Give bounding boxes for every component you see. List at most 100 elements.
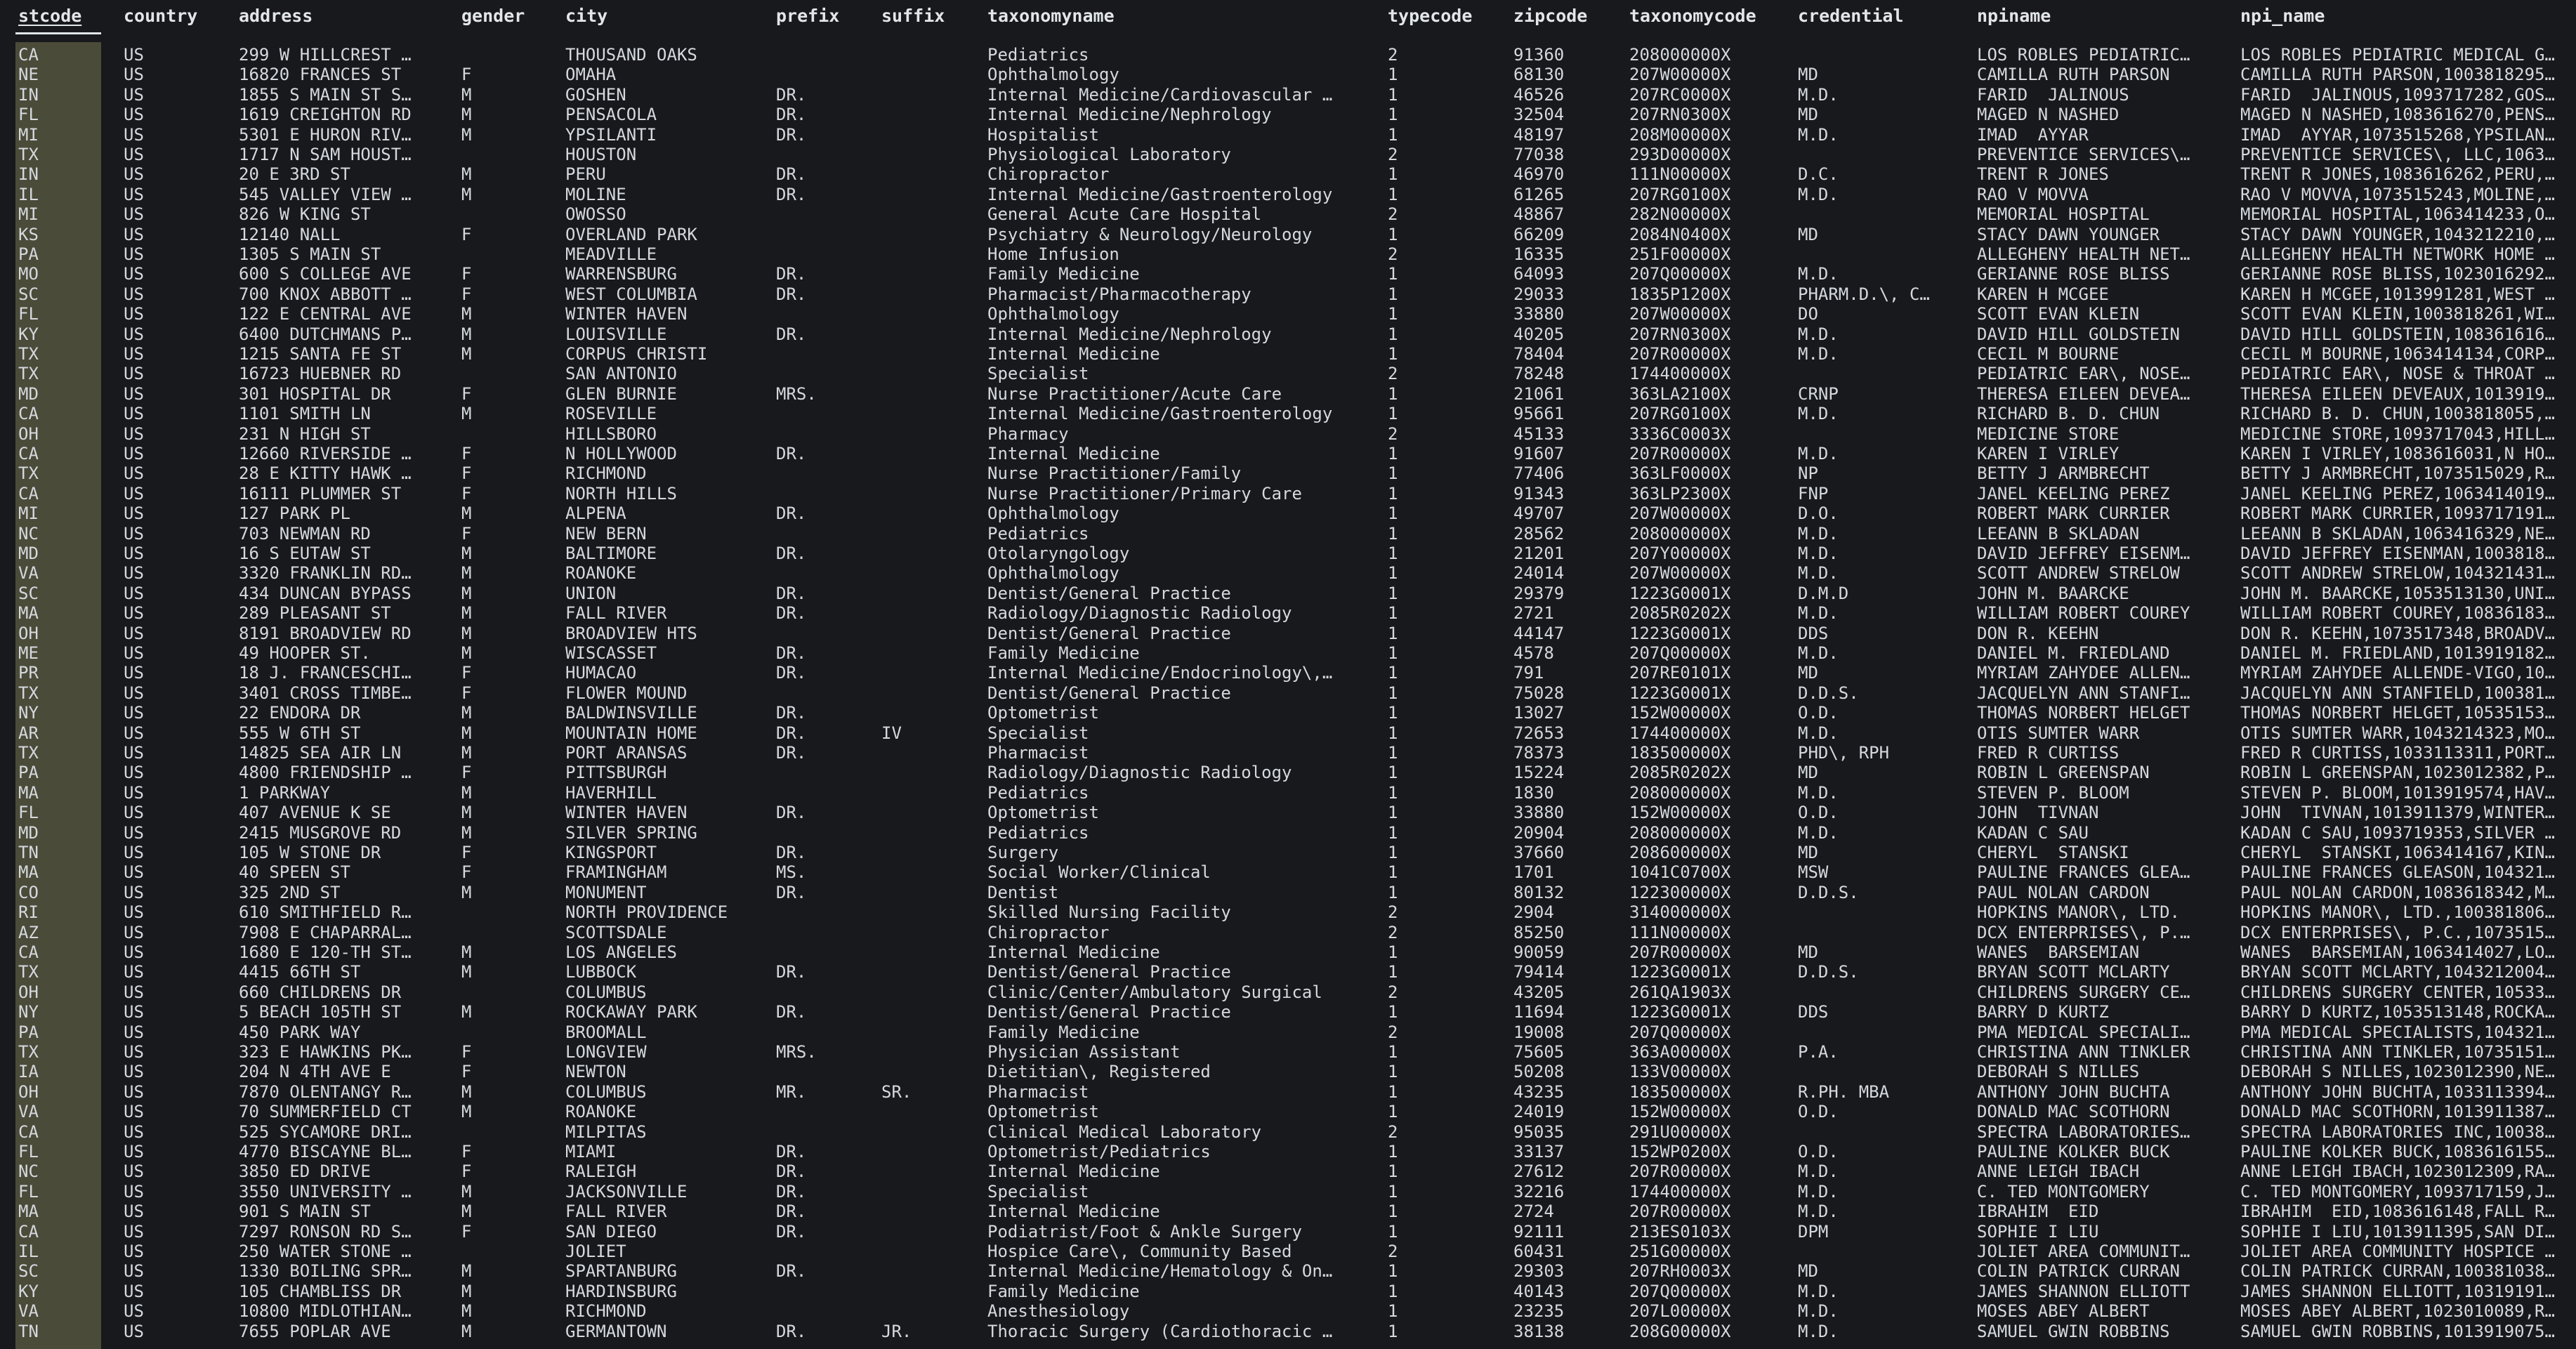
cell-zipcode[interactable]: 64093 (1513, 264, 1626, 284)
cell-prefix[interactable] (776, 763, 874, 782)
cell-typecode[interactable]: 1 (1388, 1222, 1507, 1242)
cell-typecode[interactable]: 1 (1388, 1162, 1507, 1181)
cell-address[interactable]: 18 J. FRANCESCHI… (239, 663, 456, 683)
cell-country[interactable]: US (124, 424, 229, 444)
cell-gender[interactable] (461, 145, 560, 164)
cell-npi-name[interactable]: TRENT R JONES,1083616262,PERU,… (2240, 164, 2563, 184)
cell-gender[interactable]: M (461, 743, 560, 763)
cell-credential[interactable]: M.D. (1798, 1322, 1973, 1341)
cell-city[interactable]: JACKSONVILLE (565, 1182, 769, 1202)
cell-taxonomycode[interactable]: 314000000X (1629, 902, 1791, 922)
cell-npi-name[interactable]: DANIEL M. FRIEDLAND,1013919182… (2240, 643, 2563, 663)
cell-address[interactable]: 70 SUMMERFIELD CT (239, 1102, 456, 1121)
cell-taxonomyname[interactable]: Home Infusion (987, 244, 1381, 264)
cell-zipcode[interactable]: 21061 (1513, 384, 1626, 404)
cell-npi-name[interactable]: ROBIN L GREENSPAN,1023012382,P… (2240, 763, 2563, 782)
cell-npiname[interactable]: DCX ENTERPRISES\, P.… (1977, 923, 2237, 942)
cell-taxonomycode[interactable]: 2085R0202X (1629, 763, 1791, 782)
cell-npi-name[interactable]: JOHN TIVNAN,1013911379,WINTER… (2240, 803, 2563, 822)
cell-taxonomyname[interactable]: Internal Medicine (987, 344, 1381, 364)
cell-typecode[interactable]: 1 (1388, 1002, 1507, 1022)
cell-taxonomyname[interactable]: Ophthalmology (987, 504, 1381, 523)
cell-typecode[interactable]: 1 (1388, 1042, 1507, 1062)
cell-npi-name[interactable]: BARRY D KURTZ,1053513148,ROCKA… (2240, 1002, 2563, 1022)
cell-taxonomycode[interactable]: 207RH0003X (1629, 1261, 1791, 1281)
column-header-credential[interactable]: credential (1798, 4, 1904, 28)
cell-suffix[interactable] (881, 902, 980, 922)
cell-npi-name[interactable]: JANEL KEELING PEREZ,1063414019… (2240, 484, 2563, 504)
cell-prefix[interactable]: DR. (776, 584, 874, 603)
cell-city[interactable]: HAVERHILL (565, 783, 769, 803)
column-header-zipcode[interactable]: zipcode (1513, 4, 1587, 28)
cell-city[interactable]: OMAHA (565, 65, 769, 84)
cell-suffix[interactable] (881, 1102, 980, 1121)
cell-gender[interactable]: F (461, 1142, 560, 1162)
cell-prefix[interactable]: MR. (776, 1082, 874, 1102)
cell-npiname[interactable]: STEVEN P. BLOOM (1977, 783, 2237, 803)
cell-gender[interactable]: M (461, 1082, 560, 1102)
cell-prefix[interactable] (776, 404, 874, 423)
cell-zipcode[interactable]: 23235 (1513, 1301, 1626, 1321)
cell-address[interactable]: 22 ENDORA DR (239, 703, 456, 723)
cell-npiname[interactable]: TRENT R JONES (1977, 164, 2237, 184)
cell-zipcode[interactable]: 48197 (1513, 125, 1626, 145)
cell-zipcode[interactable]: 79414 (1513, 962, 1626, 982)
cell-taxonomyname[interactable]: Anesthesiology (987, 1301, 1381, 1321)
cell-gender[interactable]: M (461, 324, 560, 344)
cell-credential[interactable]: M.D. (1798, 783, 1973, 803)
cell-typecode[interactable]: 1 (1388, 544, 1507, 563)
cell-zipcode[interactable]: 33880 (1513, 803, 1626, 822)
cell-suffix[interactable] (881, 424, 980, 444)
cell-gender[interactable]: F (461, 284, 560, 304)
cell-address[interactable]: 20 E 3RD ST (239, 164, 456, 184)
cell-taxonomyname[interactable]: Internal Medicine/Nephrology (987, 324, 1381, 344)
cell-prefix[interactable] (776, 1022, 874, 1042)
cell-stcode[interactable]: FL (18, 105, 103, 124)
cell-address[interactable]: 1305 S MAIN ST (239, 244, 456, 264)
cell-address[interactable]: 3320 FRANKLIN RD… (239, 563, 456, 583)
cell-country[interactable]: US (124, 85, 229, 105)
cell-prefix[interactable]: DR. (776, 803, 874, 822)
column-header-taxonomycode[interactable]: taxonomycode (1629, 4, 1756, 28)
cell-taxonomyname[interactable]: Radiology/Diagnostic Radiology (987, 603, 1381, 623)
cell-stcode[interactable]: CA (18, 942, 103, 962)
cell-address[interactable]: 1717 N SAM HOUST… (239, 145, 456, 164)
cell-stcode[interactable]: VA (18, 1301, 103, 1321)
cell-gender[interactable]: F (461, 463, 560, 483)
cell-suffix[interactable] (881, 264, 980, 284)
cell-zipcode[interactable]: 49707 (1513, 504, 1626, 523)
cell-city[interactable]: JOLIET (565, 1242, 769, 1261)
cell-taxonomycode[interactable]: 207RN0300X (1629, 324, 1791, 344)
cell-taxonomyname[interactable]: Ophthalmology (987, 563, 1381, 583)
cell-country[interactable]: US (124, 783, 229, 803)
cell-country[interactable]: US (124, 324, 229, 344)
cell-npi-name[interactable]: ANTHONY JOHN BUCHTA,1033113394… (2240, 1082, 2563, 1102)
cell-credential[interactable] (1798, 902, 1973, 922)
cell-typecode[interactable]: 2 (1388, 244, 1507, 264)
cell-zipcode[interactable]: 43235 (1513, 1082, 1626, 1102)
cell-npi-name[interactable]: FARID JALINOUS,1093717282,GOS… (2240, 85, 2563, 105)
cell-city[interactable]: WINTER HAVEN (565, 803, 769, 822)
cell-taxonomyname[interactable]: Pharmacy (987, 424, 1381, 444)
cell-taxonomyname[interactable]: Internal Medicine (987, 444, 1381, 463)
cell-gender[interactable]: M (461, 1322, 560, 1341)
cell-zipcode[interactable]: 32504 (1513, 105, 1626, 124)
cell-npi-name[interactable]: IMAD AYYAR,1073515268,YPSILAN… (2240, 125, 2563, 145)
cell-address[interactable]: 28 E KITTY HAWK … (239, 463, 456, 483)
cell-prefix[interactable] (776, 364, 874, 383)
cell-stcode[interactable]: AR (18, 723, 103, 743)
cell-stcode[interactable]: IL (18, 1242, 103, 1261)
column-header-stcode[interactable]: stcode (18, 4, 81, 28)
cell-taxonomycode[interactable]: 251F00000X (1629, 244, 1791, 264)
cell-suffix[interactable] (881, 1142, 980, 1162)
cell-prefix[interactable] (776, 244, 874, 264)
cell-suffix[interactable] (881, 85, 980, 105)
cell-npiname[interactable]: CECIL M BOURNE (1977, 344, 2237, 364)
cell-city[interactable]: RALEIGH (565, 1162, 769, 1181)
cell-taxonomyname[interactable]: Optometrist (987, 703, 1381, 723)
cell-typecode[interactable]: 1 (1388, 883, 1507, 902)
column-header-address[interactable]: address (239, 4, 313, 28)
cell-typecode[interactable]: 1 (1388, 1301, 1507, 1321)
cell-taxonomycode[interactable]: 207RG0100X (1629, 185, 1791, 204)
cell-stcode[interactable]: NY (18, 703, 103, 723)
